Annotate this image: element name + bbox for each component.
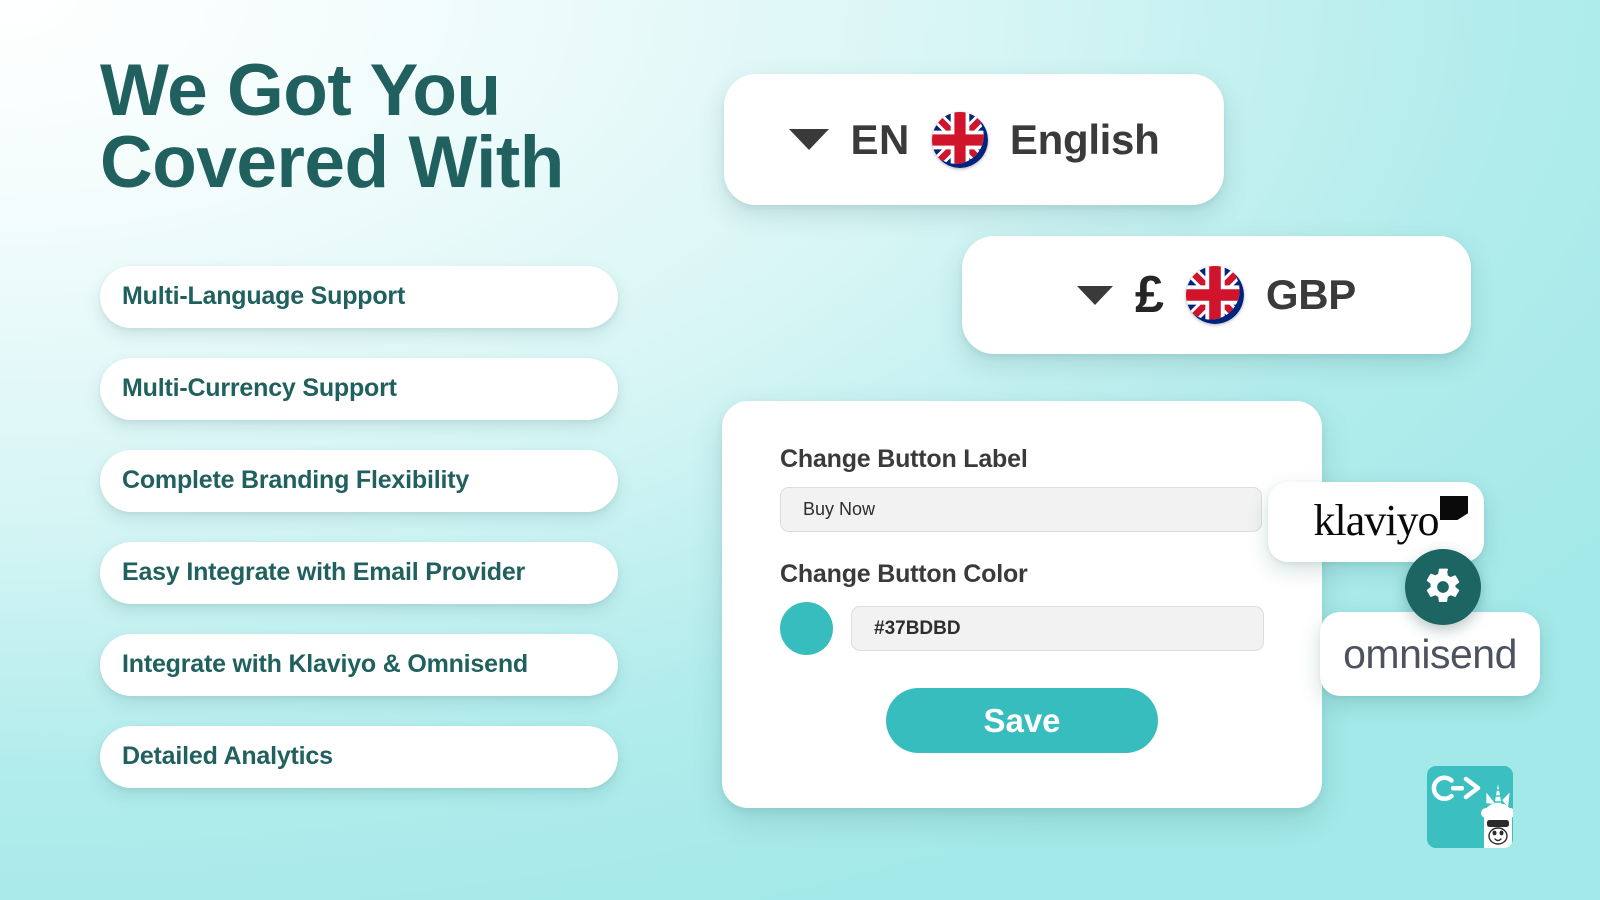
- feature-pill-email-provider: Easy Integrate with Email Provider: [100, 541, 618, 604]
- monogram-ck-icon: [1431, 775, 1481, 801]
- save-button[interactable]: Save: [886, 688, 1158, 753]
- feature-pill-label: Multi-Currency Support: [122, 374, 397, 403]
- color-picker-row: [780, 602, 1264, 655]
- button-settings-panel: Change Button Label Change Button Color …: [722, 401, 1322, 808]
- chevron-down-icon[interactable]: [788, 129, 829, 150]
- feature-pill-klaviyo-omnisend: Integrate with Klaviyo & Omnisend: [100, 633, 618, 696]
- brand-badge: [1427, 766, 1513, 848]
- feature-pill-label: Detailed Analytics: [122, 742, 333, 771]
- feature-pill-multi-currency: Multi-Currency Support: [100, 357, 618, 420]
- button-label-input[interactable]: [780, 487, 1262, 532]
- features-section: We Got You Covered With Multi-Language S…: [100, 50, 660, 788]
- page-title: We Got You Covered With: [100, 50, 564, 204]
- klaviyo-flag-icon: [1440, 496, 1468, 520]
- feature-pill-multi-language: Multi-Language Support: [100, 265, 618, 328]
- currency-code: GBP: [1265, 271, 1357, 318]
- color-swatch[interactable]: [780, 602, 833, 655]
- feature-pill-label: Multi-Language Support: [122, 282, 406, 311]
- language-name: English: [1009, 115, 1160, 163]
- feature-pill-branding-flexibility: Complete Branding Flexibility: [100, 449, 618, 512]
- change-button-color-title: Change Button Color: [780, 560, 1028, 588]
- omnisend-logo-card: omnisend: [1320, 612, 1540, 696]
- currency-selector[interactable]: £ GBP: [962, 236, 1471, 354]
- gear-icon: [1426, 568, 1460, 602]
- feature-pill-label: Easy Integrate with Email Provider: [122, 558, 526, 587]
- uk-flag-icon: [1185, 266, 1244, 324]
- feature-pill-label: Complete Branding Flexibility: [122, 466, 470, 495]
- feature-pill-list: Multi-Language Support Multi-Currency Su…: [100, 265, 660, 788]
- change-button-label-title: Change Button Label: [780, 445, 1028, 473]
- klaviyo-wordmark: klaviyo: [1313, 496, 1440, 545]
- feature-pill-label: Integrate with Klaviyo & Omnisend: [122, 650, 528, 679]
- chevron-down-icon[interactable]: [1076, 285, 1113, 305]
- language-code: EN: [850, 115, 910, 163]
- gear-badge[interactable]: [1405, 549, 1481, 625]
- unicorn-mascot-icon: [1481, 784, 1513, 848]
- uk-flag-icon: [931, 111, 988, 168]
- feature-pill-detailed-analytics: Detailed Analytics: [100, 725, 618, 788]
- button-color-input[interactable]: [851, 606, 1264, 651]
- language-selector[interactable]: EN English: [724, 74, 1224, 205]
- omnisend-wordmark: omnisend: [1343, 630, 1517, 677]
- currency-symbol: £: [1134, 266, 1164, 324]
